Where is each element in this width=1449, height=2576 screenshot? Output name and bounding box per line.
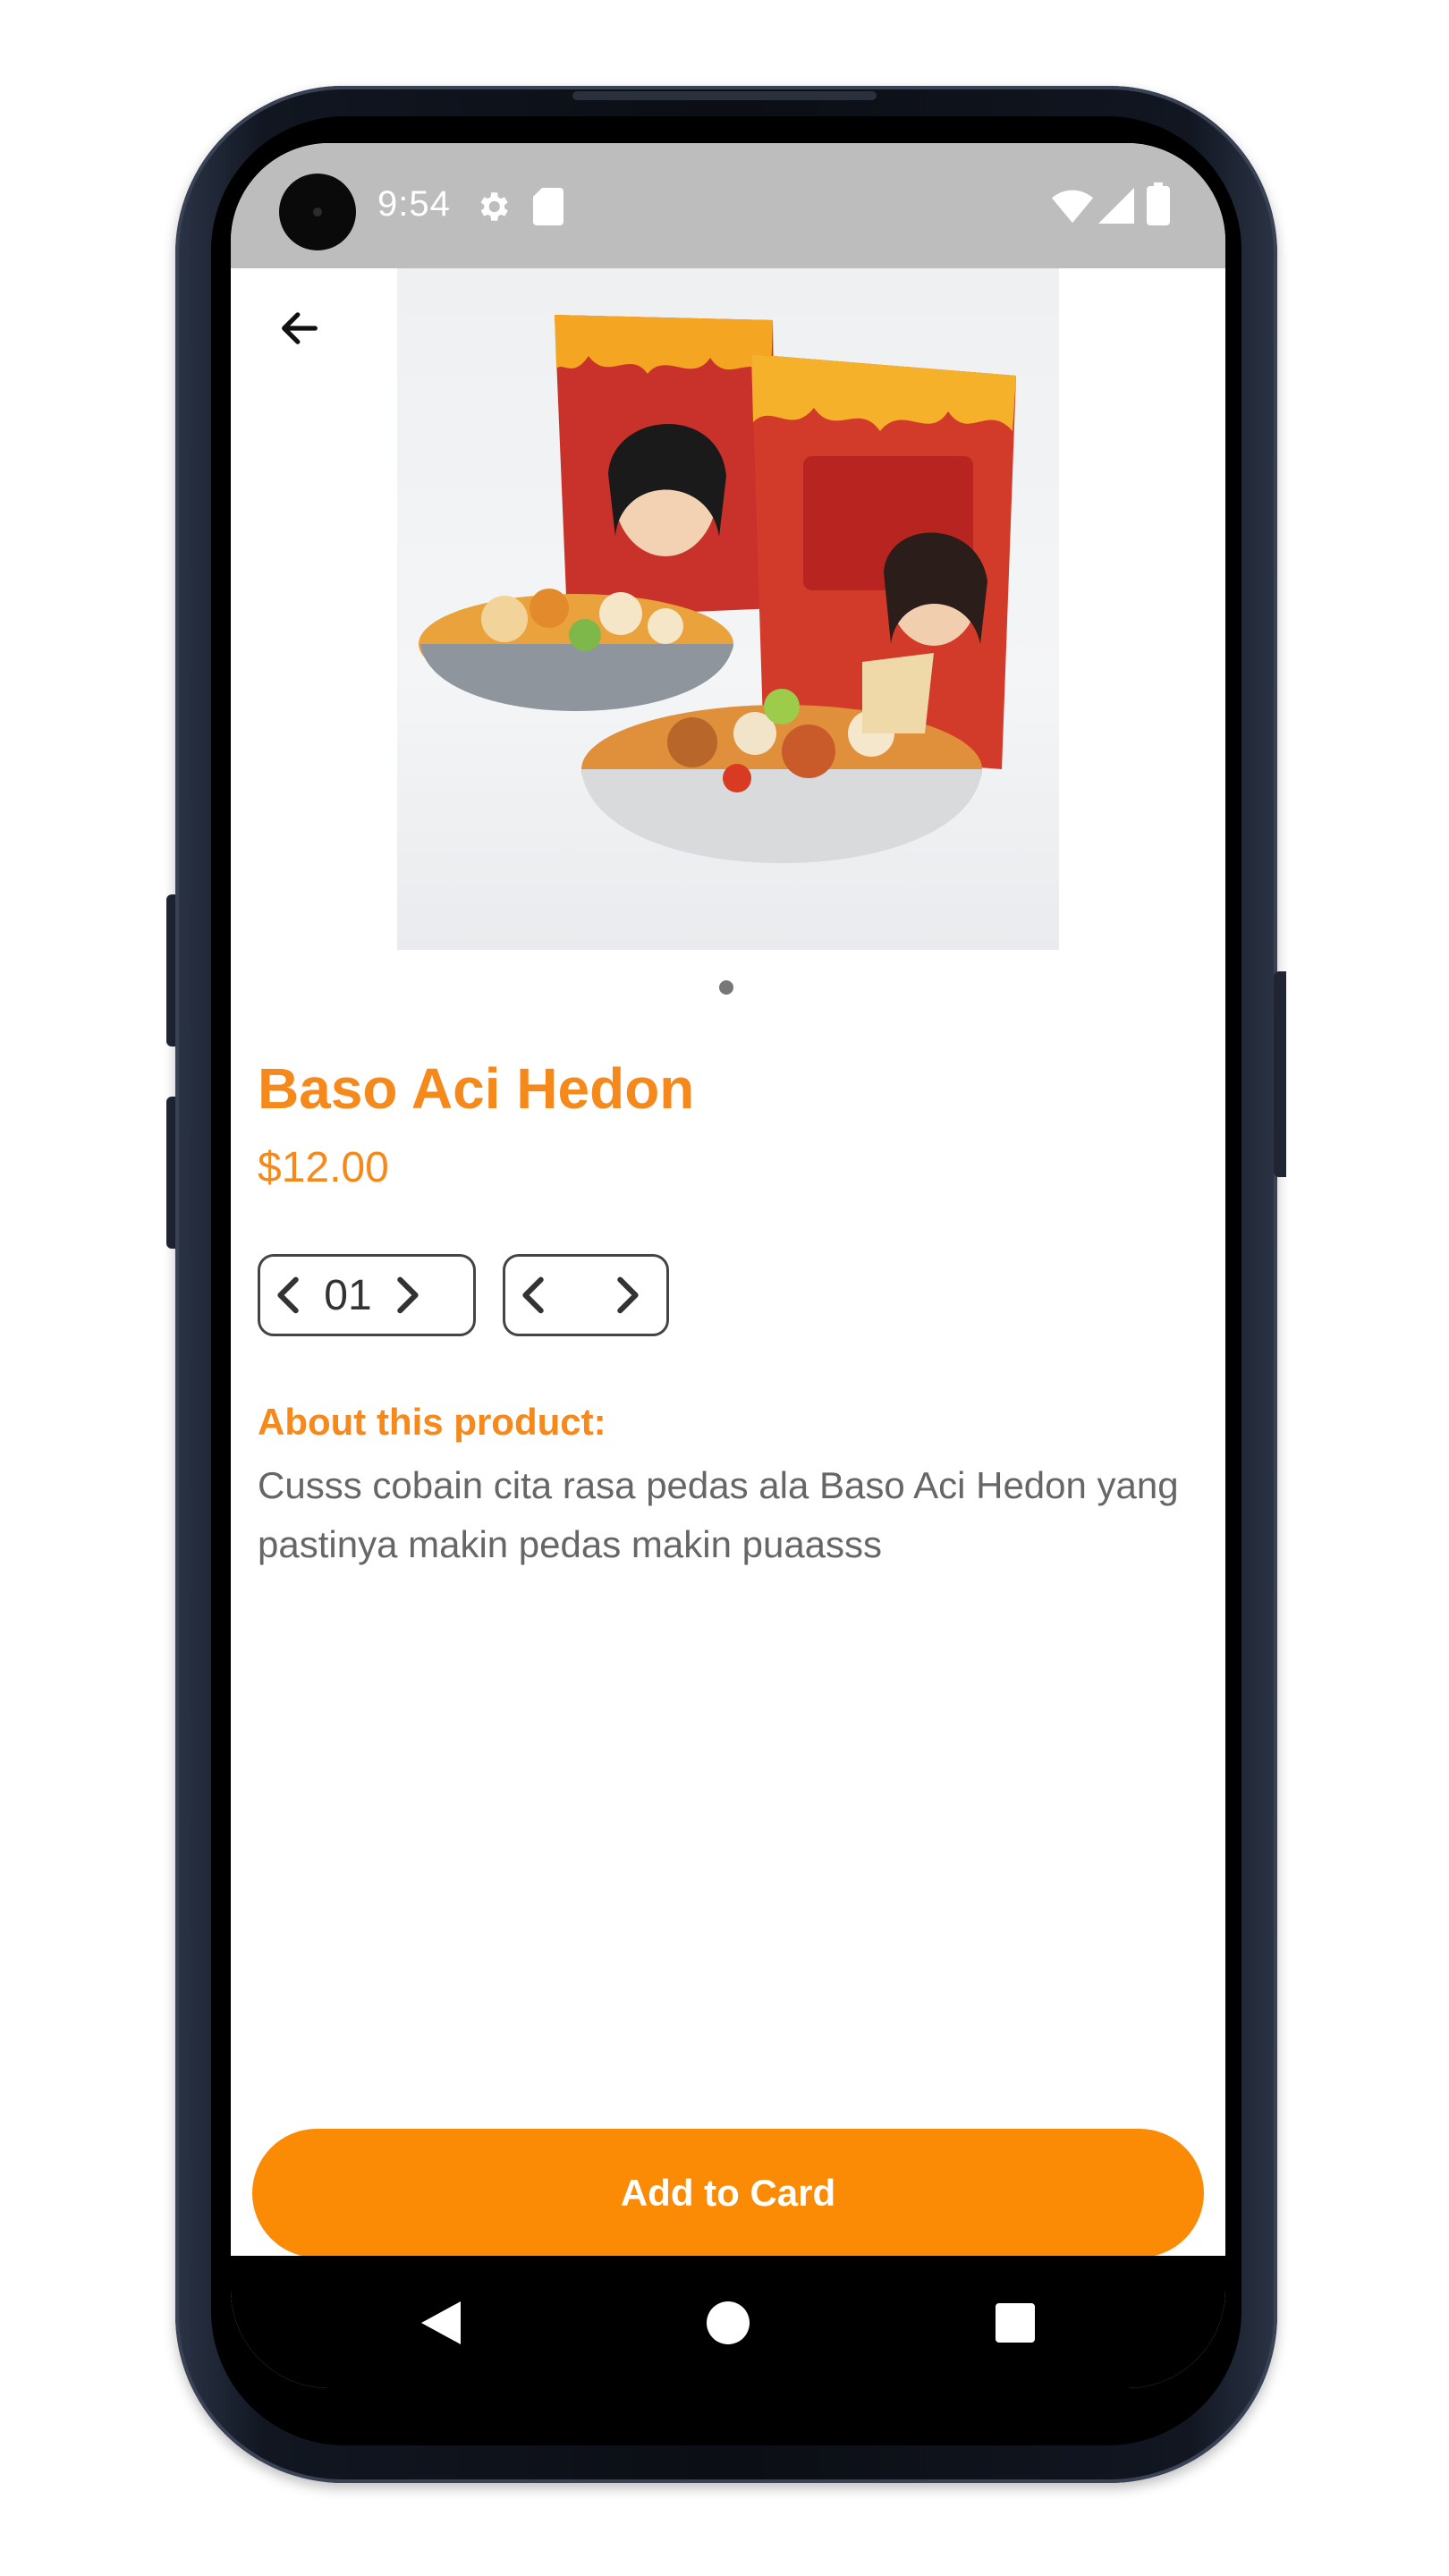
quantity-decrease-button[interactable]: [260, 1257, 318, 1334]
back-triangle-icon: [421, 2301, 461, 2344]
product-detail-page: Baso Aci Hedon $12.00 01 About this prod…: [231, 268, 1225, 2258]
variant-next-button[interactable]: [598, 1257, 656, 1334]
chevron-left-icon: [522, 1276, 544, 1314]
home-circle-icon: [707, 2301, 750, 2344]
status-time: 9:54: [377, 184, 451, 224]
variant-previous-button[interactable]: [505, 1257, 563, 1334]
product-image[interactable]: [397, 268, 1059, 950]
device-frame: 9:54 Baso Aci Hedon $12.00 01 About this…: [0, 0, 1449, 2576]
product-price: $12.00: [258, 1144, 389, 1191]
product-title: Baso Aci Hedon: [258, 1056, 695, 1121]
quantity-increase-button[interactable]: [378, 1257, 436, 1334]
back-button[interactable]: [267, 295, 333, 361]
package-image: [555, 315, 776, 617]
chevron-left-icon: [277, 1276, 299, 1314]
battery-icon: [1147, 182, 1170, 230]
status-bar: 9:54: [231, 143, 1225, 268]
signal-icon: [1098, 188, 1134, 228]
chevron-right-icon: [397, 1276, 419, 1314]
quantity-stepper: 01: [258, 1254, 476, 1336]
carousel-page-dot[interactable]: [719, 980, 733, 995]
sd-card-icon: [533, 188, 564, 230]
recents-square-icon: [996, 2303, 1035, 2343]
nav-recents-button[interactable]: [984, 2292, 1046, 2354]
gear-icon: [474, 188, 512, 230]
nav-back-button[interactable]: [410, 2292, 472, 2354]
variant-selector: [503, 1254, 669, 1336]
add-to-cart-button[interactable]: Add to Card: [252, 2129, 1204, 2258]
quantity-value: 01: [324, 1271, 372, 1319]
phone-speaker: [572, 91, 877, 100]
arrow-left-icon: [282, 312, 318, 344]
about-heading: About this product:: [258, 1401, 606, 1443]
product-description: Cusss cobain cita rasa pedas ala Baso Ac…: [258, 1464, 1179, 1565]
chevron-right-icon: [617, 1276, 639, 1314]
phone-power-button: [1274, 971, 1286, 1177]
screen: 9:54 Baso Aci Hedon $12.00 01 About this…: [231, 143, 1225, 2388]
navigation-bar: [231, 2256, 1225, 2388]
front-camera: [279, 174, 356, 250]
nav-home-button[interactable]: [697, 2292, 759, 2354]
wifi-icon: [1052, 188, 1093, 228]
